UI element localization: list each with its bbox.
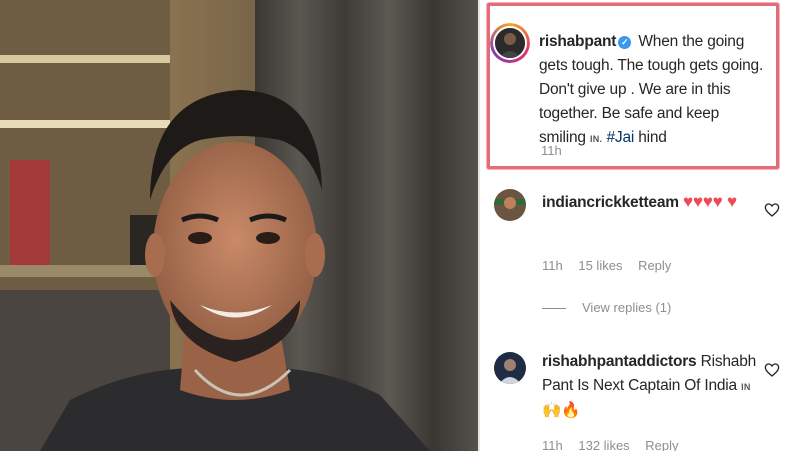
view-replies-button[interactable]: View replies (1) [542,300,671,315]
hashtag-link[interactable]: #Jai [606,129,634,146]
india-flag-icon: IN. [589,134,603,144]
caption-end: hind [638,129,667,146]
view-replies-label: View replies (1) [582,300,672,315]
comment-2: rishabhpantaddictors Rishabh Pant Is Nex… [542,350,757,423]
emoji-hands-fire: 🙌🔥 [542,402,581,419]
post-photo [0,0,478,451]
comment-2-meta: 11h 132 likes Reply [542,438,691,451]
comment-likes[interactable]: 132 likes [578,438,629,451]
commenter-avatar[interactable] [494,189,526,221]
reply-button[interactable]: Reply [638,258,671,273]
comment-username[interactable]: indiancrickketteam [542,194,679,211]
poster-avatar[interactable] [490,23,530,63]
heart-outline-icon[interactable] [764,362,780,378]
comment-1: indiancrickketteam ♥♥♥♥ ♥ [542,190,760,215]
reply-button[interactable]: Reply [645,438,678,451]
comment-time[interactable]: 11h [542,438,563,451]
comment-time[interactable]: 11h [542,258,563,273]
comments-panel: rishabpant ✓ When the going gets tough. T… [480,0,800,451]
post-timestamp[interactable]: 11h [541,143,562,158]
commenter-avatar[interactable] [494,352,526,384]
comment-likes[interactable]: 15 likes [578,258,622,273]
heart-outline-icon[interactable] [764,202,780,218]
verified-badge-icon: ✓ [618,36,632,49]
comment-1-meta: 11h 15 likes Reply [542,258,683,273]
india-flag-icon: IN [741,382,751,392]
heart-emojis: ♥♥♥♥ ♥ [682,192,737,211]
poster-username[interactable]: rishabpant [539,33,616,50]
post-caption: rishabpant ✓ When the going gets tough. T… [539,30,765,151]
comment-username[interactable]: rishabhpantaddictors [542,353,697,370]
replies-line [542,308,566,310]
